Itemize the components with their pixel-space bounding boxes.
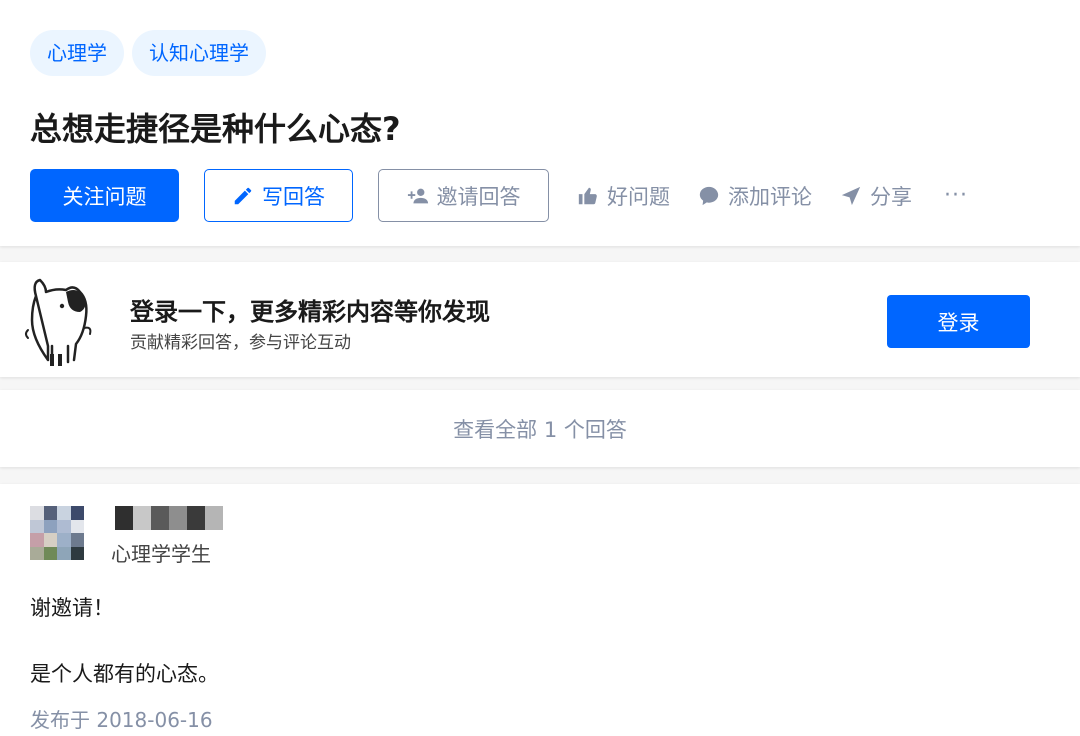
share-button[interactable]: 分享 (840, 181, 912, 211)
view-all-answers-label: 查看全部 1 个回答 (453, 417, 627, 442)
login-prompt: 登录一下，更多精彩内容等你发现 贡献精彩回答，参与评论互动 登录 (0, 262, 1080, 377)
follow-question-label: 关注问题 (62, 184, 147, 209)
thumbs-up-icon (578, 187, 597, 204)
answer-paragraph: 是个人都有的心态。 (30, 662, 219, 686)
invite-answer-label: 邀请回答 (436, 184, 521, 209)
add-comment-button[interactable]: 添加评论 (698, 181, 812, 211)
author-name-redacted[interactable] (115, 506, 223, 530)
answer-content: 谢邀请！ 是个人都有的心态。 (30, 590, 219, 692)
topic-tag[interactable]: 心理学 (30, 30, 124, 76)
avatar[interactable] (30, 506, 84, 560)
answer-publish-date[interactable]: 发布于 2018-06-16 (30, 704, 213, 733)
question-header: 心理学 认知心理学 总想走捷径是种什么心态? 关注问题 写回答 邀请回答 好问题 (0, 0, 1080, 246)
question-actions: 关注问题 写回答 邀请回答 好问题 添加评论 分享 ··· (30, 169, 968, 222)
author-bio: 心理学学生 (111, 542, 211, 566)
comment-icon (699, 186, 719, 205)
view-all-answers[interactable]: 查看全部 1 个回答 (0, 390, 1080, 467)
follow-question-button[interactable]: 关注问题 (30, 169, 179, 222)
paper-plane-icon (841, 186, 861, 205)
write-answer-button[interactable]: 写回答 (204, 169, 353, 222)
answer-paragraph: 谢邀请！ (30, 596, 114, 620)
login-button[interactable]: 登录 (887, 295, 1030, 348)
pencil-icon (234, 187, 252, 204)
question-title: 总想走捷径是种什么心态? (30, 110, 401, 148)
topic-tag[interactable]: 认知心理学 (132, 30, 266, 76)
topic-list: 心理学 认知心理学 (30, 30, 266, 76)
login-prompt-subtitle: 贡献精彩回答，参与评论互动 (130, 333, 351, 353)
invite-answer-button[interactable]: 邀请回答 (378, 169, 549, 222)
add-user-icon (407, 188, 428, 203)
login-prompt-title: 登录一下，更多精彩内容等你发现 (130, 298, 490, 326)
share-label: 分享 (870, 184, 912, 209)
write-answer-label: 写回答 (262, 184, 325, 209)
good-question-button[interactable]: 好问题 (577, 181, 670, 211)
more-options-button[interactable]: ··· (944, 183, 968, 208)
answer-item: 心理学学生 谢邀请！ 是个人都有的心态。 发布于 2018-06-16 (0, 484, 1080, 736)
good-question-label: 好问题 (607, 184, 670, 209)
mascot-dog-icon (25, 278, 92, 366)
add-comment-label: 添加评论 (728, 184, 812, 209)
